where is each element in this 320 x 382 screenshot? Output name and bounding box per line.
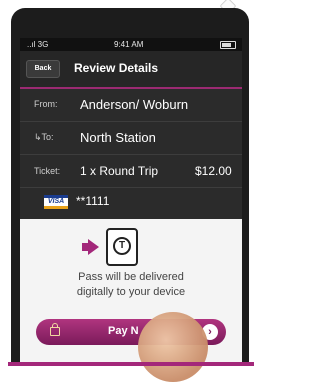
ticket-row: Ticket: 1 x Round Trip $12.00 [20,154,242,188]
card-number: **1111 [76,194,110,208]
bottom-accent-bar [8,362,254,366]
device-icon: T [106,228,138,266]
ticket-value: 1 x Round Trip [80,164,159,178]
finger-overlay [138,312,208,382]
delivery-line-2: digitally to your device [76,286,186,298]
ticket-price: $12.00 [195,164,232,178]
from-label: From: [34,99,58,109]
from-value: Anderson/ Woburn [80,97,189,112]
card-brand: VISA [47,198,65,205]
ticket-label: Ticket: [34,166,61,176]
delivery-line-1: Pass will be delivered [78,271,184,283]
to-label: ↳To: [34,132,54,142]
from-row: From: Anderson/ Woburn [20,88,242,122]
page-title: Review Details [74,61,159,75]
return-arrow-icon: ↳ [34,132,42,142]
status-time: 9:41 AM [114,40,144,49]
status-bar: ..ıl 3G 9:41 AM [20,38,242,51]
to-value: North Station [80,130,156,145]
app-screen: ..ıl 3G 9:41 AM Back Review Details From… [20,38,242,366]
arrow-icon [82,239,99,255]
battery-icon [220,41,236,49]
to-row: ↳To: North Station [20,121,242,155]
delivery-message: Pass will be delivered digitally to your… [20,270,242,300]
lock-icon [50,323,60,336]
nav-bar: Back Review Details [20,51,242,89]
pay-button-label: Pay N [108,325,139,337]
delivery-panel: T Pass will be delivered digitally to yo… [20,219,242,366]
back-button[interactable]: Back [26,60,60,78]
card-row: VISA **1111 [20,187,242,219]
carrier-signal: ..ıl 3G [27,40,49,49]
transit-t-icon: T [113,237,131,255]
visa-card-icon: VISA [44,195,68,209]
